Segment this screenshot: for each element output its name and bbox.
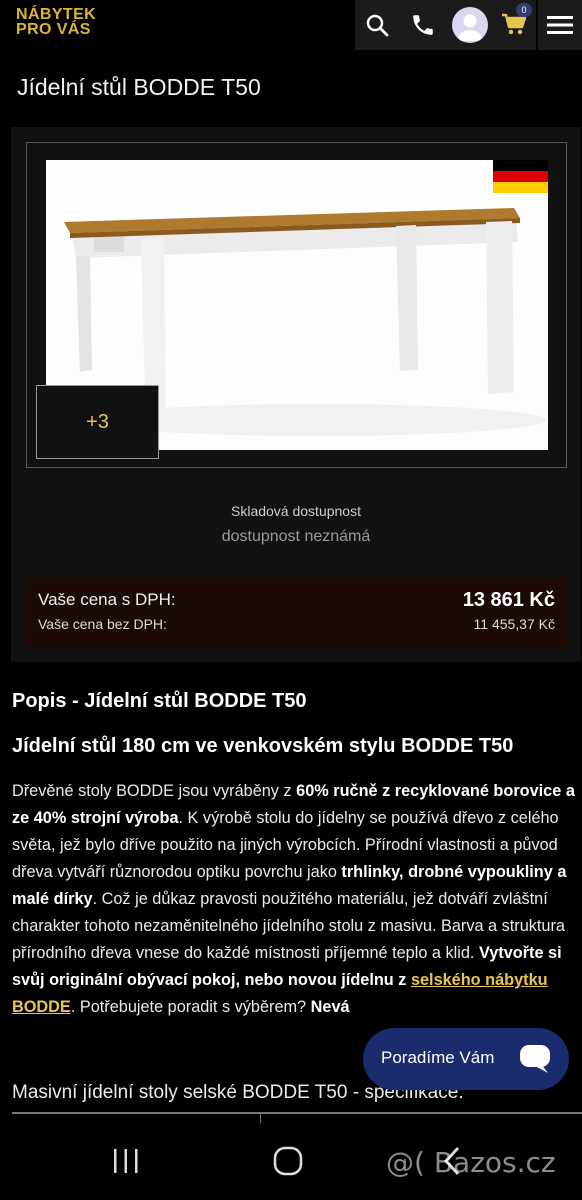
home-icon[interactable] (272, 1145, 304, 1177)
logo-line-2: PRO VÁS (16, 21, 91, 38)
price-without-vat-value: 11 455,37 Kč (473, 616, 555, 632)
description-text: Dřevěné stoly BODDE jsou vyráběny z 60% … (12, 778, 578, 1021)
price-without-vat-label: Vaše cena bez DPH: (38, 616, 167, 632)
chat-label: Poradíme Vám (381, 1048, 495, 1067)
desc-text-4: . Potřebujete poradit s výběrem? (70, 998, 311, 1016)
description-title: Popis - Jídelní stůl BODDE T50 (12, 690, 307, 712)
stock-label: Skladová dostupnost (231, 503, 361, 519)
search-button[interactable] (355, 0, 399, 50)
price-with-vat-value: 13 861 Kč (462, 589, 555, 611)
page-title: Jídelní stůl BODDE T50 (17, 74, 261, 100)
description-heading: Jídelní stůl 180 cm ve venkovském stylu … (12, 735, 514, 757)
desc-text-1: Dřevěné stoly BODDE jsou vyráběny z (12, 782, 297, 800)
avatar (452, 7, 488, 43)
price-with-vat-label: Vaše cena s DPH: (38, 590, 176, 609)
price-box: Vaše cena s DPH: 13 861 Kč Vaše cena bez… (26, 578, 567, 648)
germany-flag-icon (493, 160, 548, 193)
account-button[interactable] (448, 0, 492, 50)
phone-icon (413, 15, 433, 35)
site-logo[interactable]: NÁBYTEK PRO VÁS (16, 6, 97, 38)
user-icon (457, 14, 483, 41)
header-actions (355, 0, 536, 50)
bazos-watermark: @( Bazos.cz (386, 1146, 556, 1179)
chat-button[interactable]: Poradíme Vám (363, 1028, 569, 1090)
more-images-button[interactable]: +3 (36, 385, 159, 459)
cart-count-badge: 0 (516, 3, 532, 17)
logo-line-1: NÁBYTEK (16, 6, 97, 23)
chat-bubble-icon (520, 1045, 550, 1073)
menu-button[interactable] (538, 0, 582, 50)
hamburger-menu-icon (547, 16, 573, 34)
desc-bold-4: Nevá (310, 998, 350, 1016)
stock-value: dostupnost neznámá (221, 528, 371, 545)
site-header: NÁBYTEK PRO VÁS 0 (0, 0, 582, 50)
search-icon (366, 14, 389, 37)
spec-table-top-border (12, 1112, 582, 1114)
phone-button[interactable] (401, 0, 445, 50)
recent-apps-icon[interactable] (112, 1148, 140, 1174)
